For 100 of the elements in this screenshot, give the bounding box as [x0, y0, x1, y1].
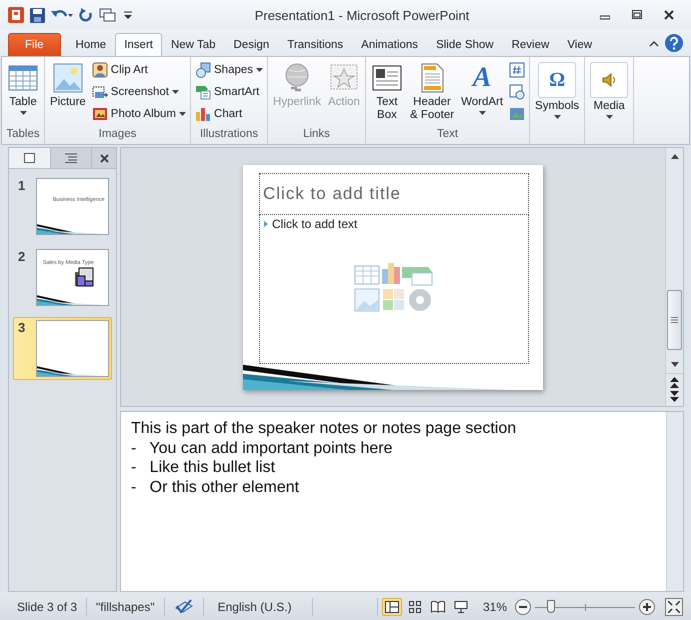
previous-slide-button[interactable]	[670, 377, 679, 389]
help-icon[interactable]	[665, 34, 683, 52]
book-icon	[430, 601, 445, 613]
outline-icon	[64, 153, 77, 163]
vertical-scrollbar[interactable]	[665, 148, 683, 406]
screen-capture-icon	[92, 84, 108, 100]
number-icon	[509, 62, 526, 78]
caret-icon	[172, 90, 179, 94]
caret-icon	[256, 68, 264, 72]
outline-tab[interactable]	[50, 148, 92, 168]
slide-number: 1	[18, 178, 26, 195]
zoom-slider[interactable]	[535, 599, 635, 615]
redo-icon[interactable]	[79, 8, 93, 22]
body-placeholder[interactable]: Click to add text	[272, 216, 358, 230]
windows-icon[interactable]	[99, 8, 117, 22]
ribbon-button[interactable]: Clip Art	[90, 60, 188, 79]
minus-icon	[519, 603, 527, 611]
ribbon-button[interactable]: Header & Footer	[406, 60, 458, 128]
vertical-scrollbar[interactable]	[666, 412, 683, 591]
speaker-icon	[601, 72, 618, 88]
ribbon-tab[interactable]: Insert	[115, 33, 162, 56]
language-indicator[interactable]: English (U.S.)	[204, 598, 313, 616]
notes-line: - Or this other element	[131, 478, 300, 497]
slide-thumbnail-item[interactable]: 3	[13, 317, 112, 380]
zoom-level[interactable]: 31%	[470, 600, 515, 614]
scroll-thumb[interactable]	[667, 290, 682, 350]
zoom-in-button[interactable]	[639, 599, 655, 615]
ribbon-button[interactable]: SmartArt	[193, 82, 266, 101]
down-arrow-icon	[670, 362, 678, 367]
photo-icon	[92, 106, 108, 122]
ribbon-button[interactable]: Table	[4, 60, 42, 128]
fit-to-window-button[interactable]	[665, 598, 683, 616]
up-arrow-icon	[670, 154, 678, 159]
diagram-icon	[195, 84, 212, 100]
save-icon[interactable]	[30, 8, 45, 22]
customize-menu-icon[interactable]	[123, 9, 133, 21]
group-label: Tables	[5, 128, 41, 142]
ribbon-button[interactable]: Shapes	[193, 60, 266, 79]
ribbon-button[interactable]: Media	[587, 60, 632, 128]
slide-icon	[24, 153, 35, 163]
group-label: Text	[436, 128, 460, 142]
symbol-glyph: Ω	[549, 69, 566, 91]
caret-icon	[179, 112, 186, 116]
ribbon-tab[interactable]: Design	[224, 33, 278, 56]
window-title: Presentation1 - Microsoft PowerPoint	[254, 8, 470, 22]
normal-view-button[interactable]	[382, 598, 402, 616]
landscape-icon	[52, 62, 84, 94]
ribbon-tab[interactable]: View	[558, 33, 602, 56]
ribbon-button[interactable]: Photo Album	[90, 104, 188, 123]
double-up-arrow-icon	[670, 377, 679, 389]
close-icon	[664, 10, 674, 20]
ribbon-tab[interactable]: Animations	[352, 33, 428, 56]
ribbon-tab[interactable]: New Tab	[162, 33, 225, 56]
notes-line: This is part of the speaker notes or notes page section	[131, 419, 518, 438]
restore-icon	[632, 10, 642, 20]
ribbon-tab[interactable]: Transitions	[278, 33, 352, 56]
caret-icon	[554, 115, 561, 119]
fit-icon	[668, 601, 680, 613]
next-slide-button[interactable]	[670, 391, 679, 403]
ribbon-tab[interactable]: Review	[502, 33, 558, 56]
slide-indicator: Slide 3 of 3	[8, 598, 88, 616]
ribbon-button[interactable]: Chart	[193, 104, 266, 123]
caret-icon	[478, 111, 486, 115]
chart-drawing	[72, 266, 95, 288]
ribbon-button[interactable]: Picture	[47, 60, 89, 128]
close-pane-button[interactable]	[92, 148, 116, 168]
projector-screen-icon	[454, 601, 468, 613]
shapes-icon	[195, 62, 212, 78]
normal-view-icon	[384, 601, 399, 613]
grip-icon	[671, 317, 678, 323]
ribbon-button[interactable]: Screenshot	[90, 82, 188, 101]
ribbon-tab[interactable]: Home	[66, 33, 116, 56]
ribbon-button[interactable]: Ω Symbols	[532, 60, 582, 128]
ribbon-button[interactable]: Text Box	[368, 60, 406, 128]
ribbon-button[interactable]	[507, 60, 528, 79]
symbol-glyph: A	[472, 62, 492, 94]
bullet-icon	[264, 220, 268, 226]
bar-chart-icon	[195, 106, 212, 122]
spelling-check-icon[interactable]	[174, 599, 194, 615]
collapse-ribbon-icon[interactable]	[649, 40, 659, 46]
ribbon-tab[interactable]: Slide Show	[427, 33, 503, 56]
double-down-arrow-icon	[670, 391, 679, 403]
group-label: Images	[98, 128, 138, 142]
ribbon-button[interactable]	[507, 82, 528, 101]
plus-icon	[643, 603, 651, 611]
figure-icon	[92, 62, 108, 78]
app-logo-icon[interactable]	[8, 7, 24, 23]
notes-line: - Like this bullet list	[131, 458, 276, 478]
title-placeholder[interactable]: Click to add title	[259, 172, 529, 214]
ribbon-button[interactable]: A WordArt	[458, 60, 506, 128]
caret-icon	[20, 111, 26, 115]
object-icon	[509, 106, 526, 122]
group-label: Links	[302, 128, 331, 142]
slides-tab[interactable]	[9, 148, 50, 168]
caret-icon	[606, 115, 613, 119]
slide-number: 2	[18, 249, 26, 266]
grid-icon	[408, 601, 421, 613]
zoom-slider-thumb[interactable]	[547, 600, 555, 613]
file-menu-tab[interactable]: File	[8, 33, 61, 56]
zoom-out-button[interactable]	[515, 599, 531, 615]
